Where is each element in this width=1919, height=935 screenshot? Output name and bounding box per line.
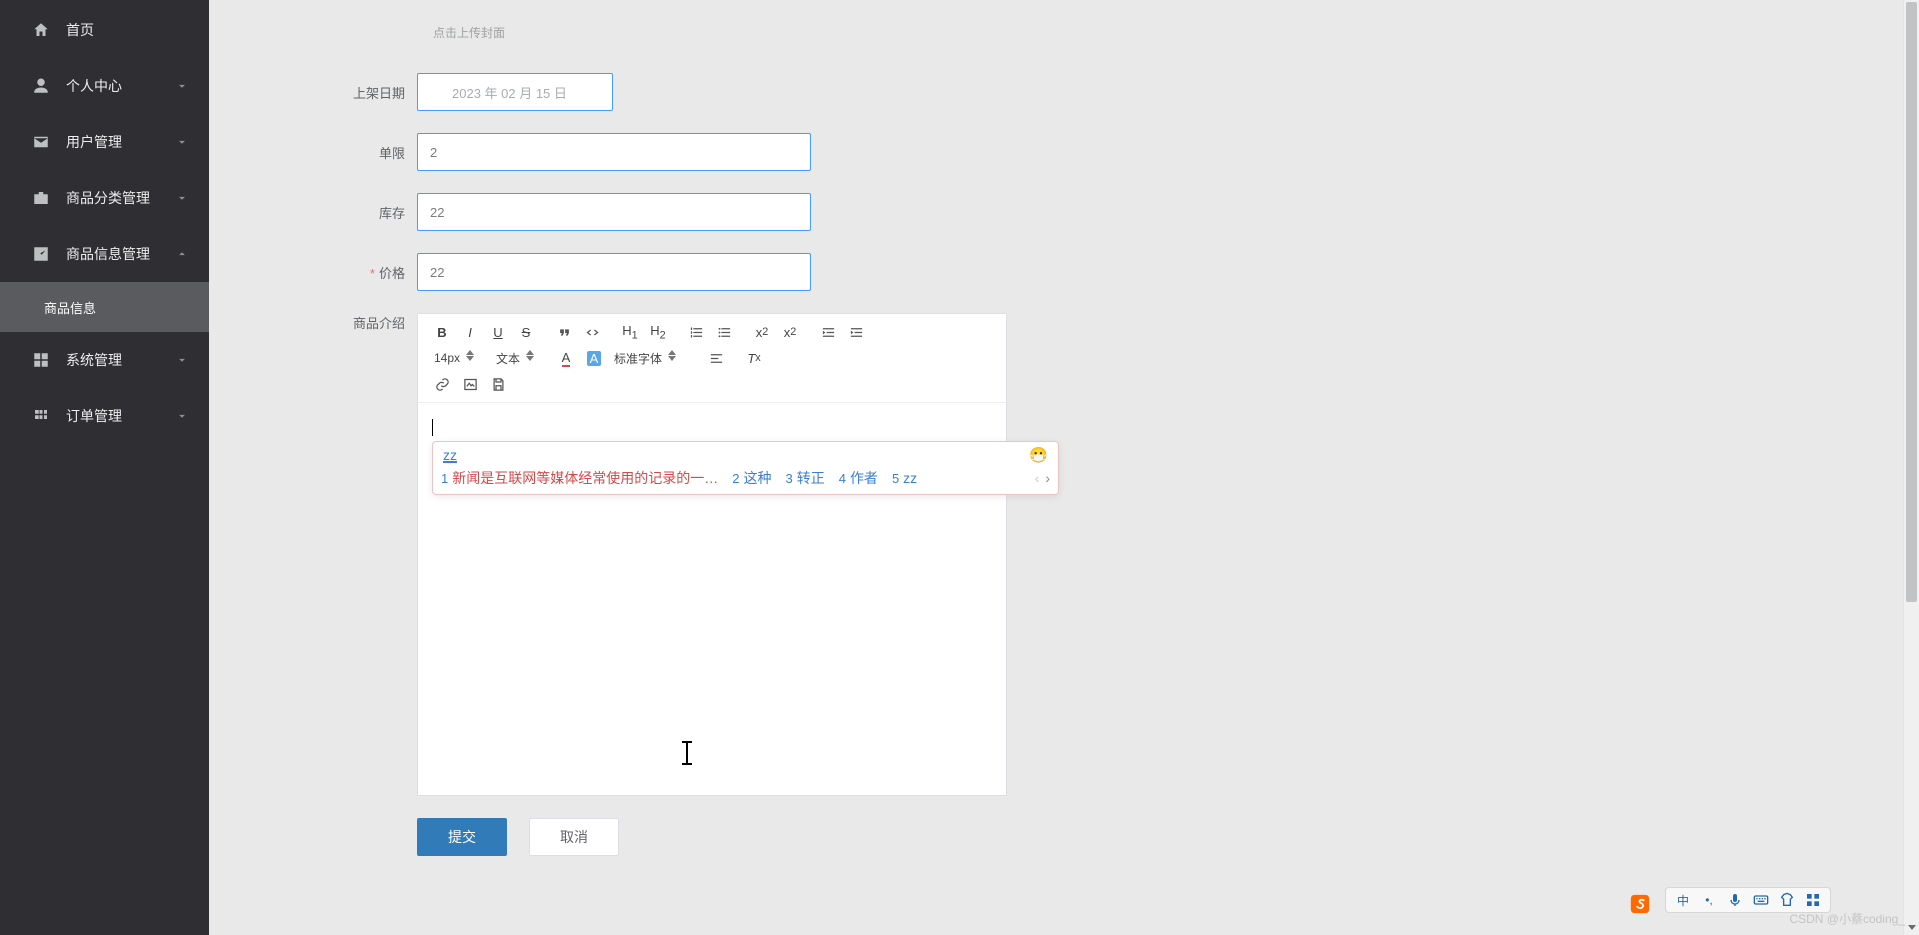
ime-next-button[interactable]: › xyxy=(1045,470,1050,486)
user-icon xyxy=(32,77,50,95)
superscript-button[interactable]: x2 xyxy=(776,320,804,344)
italic-button[interactable]: I xyxy=(456,320,484,344)
font-size-select[interactable]: 14px xyxy=(428,346,490,370)
h2-button[interactable]: H2 xyxy=(644,320,672,344)
ime-candidate[interactable]: 3转正 xyxy=(785,468,824,488)
ime-prev-button[interactable]: ‹ xyxy=(1035,470,1040,486)
sidebar-subitem-label: 商品信息 xyxy=(44,298,96,317)
scrollbar[interactable] xyxy=(1903,0,1919,935)
submit-button[interactable]: 提交 xyxy=(417,818,507,856)
strike-button[interactable]: S xyxy=(512,320,540,344)
subscript-button[interactable]: x2 xyxy=(748,320,776,344)
chevron-down-icon xyxy=(175,79,189,93)
upload-cover-hint[interactable]: 点击上传封面 xyxy=(433,24,1879,41)
image-button[interactable] xyxy=(456,372,484,396)
sidebar-item-home[interactable]: 首页 xyxy=(0,2,209,58)
stock-input[interactable] xyxy=(417,193,811,231)
envelope-icon xyxy=(32,133,50,151)
sogou-ime-logo-icon xyxy=(1629,893,1651,915)
sidebar-item-label: 首页 xyxy=(66,20,189,40)
ime-candidate[interactable]: 2这种 xyxy=(732,468,771,488)
product-form: 点击上传封面 上架日期 单限 库存 *价格 商品介 xyxy=(249,0,1879,856)
sidebar-item-label: 商品信息管理 xyxy=(66,244,175,264)
grid-icon xyxy=(32,351,50,369)
ime-candidate[interactable]: 4作者 xyxy=(839,468,878,488)
chevron-down-icon xyxy=(175,353,189,367)
sidebar-item-label: 订单管理 xyxy=(66,406,175,426)
ime-mic-icon[interactable] xyxy=(1724,891,1746,909)
underline-button[interactable]: U xyxy=(484,320,512,344)
bold-button[interactable]: B xyxy=(428,320,456,344)
text-caret xyxy=(432,419,433,436)
ime-punct-indicator[interactable]: •, xyxy=(1698,891,1720,909)
align-button[interactable] xyxy=(702,346,730,370)
text-cursor-icon xyxy=(686,743,688,763)
apps-icon xyxy=(32,407,50,425)
sidebar-item-label: 系统管理 xyxy=(66,350,175,370)
ordered-list-button[interactable] xyxy=(682,320,710,344)
label-desc: 商品介绍 xyxy=(313,313,417,332)
chevron-down-icon xyxy=(175,135,189,149)
cancel-button[interactable]: 取消 xyxy=(529,818,619,856)
chevron-down-icon xyxy=(175,191,189,205)
rich-text-editor: B I U S H1 H2 xyxy=(417,313,1007,796)
sidebar-item-system[interactable]: 系统管理 xyxy=(0,332,209,388)
unordered-list-button[interactable] xyxy=(710,320,738,344)
ime-candidate[interactable]: 5zz xyxy=(892,470,917,486)
editor-toolbar: B I U S H1 H2 xyxy=(418,314,1006,403)
editor-body[interactable]: zz 😷 1新闻是互联网等媒体经常使用的记录的一… 2这种 3转正 4作者 5z… xyxy=(418,403,1006,795)
ime-skin-icon[interactable] xyxy=(1776,891,1798,909)
link-button[interactable] xyxy=(428,372,456,396)
outdent-button[interactable] xyxy=(814,320,842,344)
ime-keyboard-icon[interactable] xyxy=(1750,891,1772,909)
label-stock: 库存 xyxy=(313,203,417,222)
ime-toolbox-icon[interactable] xyxy=(1802,891,1824,909)
indent-button[interactable] xyxy=(842,320,870,344)
sidebar-item-label: 用户管理 xyxy=(66,132,175,152)
code-button[interactable] xyxy=(578,320,606,344)
date-input-wrap[interactable] xyxy=(417,73,613,111)
sidebar-item-label: 个人中心 xyxy=(66,76,175,96)
date-input[interactable] xyxy=(417,73,613,111)
label-date: 上架日期 xyxy=(313,83,417,102)
sidebar-item-label: 商品分类管理 xyxy=(66,188,175,208)
briefcase-icon xyxy=(32,189,50,207)
sidebar-item-category[interactable]: 商品分类管理 xyxy=(0,170,209,226)
chart-icon xyxy=(32,245,50,263)
watermark: CSDN @小蔡coding_ xyxy=(1789,910,1905,927)
ime-candidate[interactable]: 1新闻是互联网等媒体经常使用的记录的一… xyxy=(441,468,718,488)
main-content: 点击上传封面 上架日期 单限 库存 *价格 商品介 xyxy=(209,0,1919,935)
block-type-select[interactable]: 文本 xyxy=(490,346,552,370)
scroll-down-button[interactable] xyxy=(1904,919,1919,935)
limit-input[interactable] xyxy=(417,133,811,171)
ime-emoji-icon[interactable]: 😷 xyxy=(1029,446,1048,464)
sidebar: 首页 个人中心 用户管理 商品分类管理 商品信息管理 商品信息 系统管理 xyxy=(0,0,209,935)
sidebar-item-product[interactable]: 商品信息管理 xyxy=(0,226,209,282)
h1-button[interactable]: H1 xyxy=(616,320,644,344)
save-button[interactable] xyxy=(484,372,512,396)
blockquote-button[interactable] xyxy=(550,320,578,344)
sidebar-item-profile[interactable]: 个人中心 xyxy=(0,58,209,114)
ime-lang-indicator[interactable]: 中 xyxy=(1672,891,1694,909)
sidebar-item-orders[interactable]: 订单管理 xyxy=(0,388,209,444)
font-color-button[interactable]: A xyxy=(552,346,580,370)
ime-candidate-panel[interactable]: zz 😷 1新闻是互联网等媒体经常使用的记录的一… 2这种 3转正 4作者 5z… xyxy=(432,441,1059,495)
ime-nav: ‹ › xyxy=(1035,470,1050,486)
ime-typed-text: zz xyxy=(443,447,457,463)
home-icon xyxy=(32,21,50,39)
chevron-down-icon xyxy=(175,409,189,423)
chevron-up-icon xyxy=(175,247,189,261)
price-input[interactable] xyxy=(417,253,811,291)
label-price: *价格 xyxy=(313,263,417,282)
sidebar-subitem-product-info[interactable]: 商品信息 xyxy=(0,282,209,332)
bg-color-button[interactable]: A xyxy=(580,346,608,370)
clear-format-button[interactable]: Tx xyxy=(740,346,768,370)
sidebar-item-users[interactable]: 用户管理 xyxy=(0,114,209,170)
font-family-select[interactable]: 标准字体 xyxy=(608,346,702,370)
label-limit: 单限 xyxy=(313,143,417,162)
scroll-thumb[interactable] xyxy=(1906,2,1917,602)
